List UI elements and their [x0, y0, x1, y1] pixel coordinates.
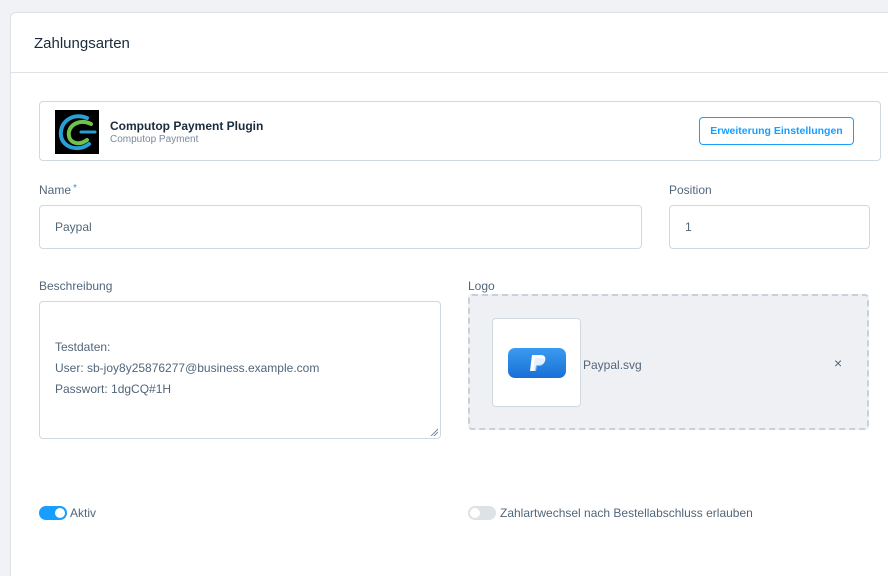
- toggle-knob: [55, 508, 65, 518]
- name-label: Name *: [39, 183, 77, 197]
- payment-change-toggle-label: Zahlartwechsel nach Bestellabschluss erl…: [500, 506, 753, 520]
- toggle-knob: [470, 508, 480, 518]
- name-label-text: Name: [39, 183, 72, 197]
- logo-label: Logo: [468, 279, 495, 293]
- extension-settings-button[interactable]: Erweiterung Einstellungen: [699, 117, 854, 145]
- paypal-icon: [508, 348, 566, 378]
- extension-subtitle: Computop Payment: [110, 134, 199, 145]
- name-field[interactable]: Paypal: [39, 205, 642, 249]
- logo-preview: [492, 318, 581, 407]
- extension-box: Computop Payment Plugin Computop Payment…: [39, 101, 881, 161]
- card-title: Zahlungsarten: [34, 35, 130, 52]
- description-label: Beschreibung: [39, 279, 113, 293]
- position-field-value: 1: [685, 220, 692, 234]
- position-field[interactable]: 1: [669, 205, 870, 249]
- logo-dropzone[interactable]: Paypal.svg ×: [468, 294, 869, 430]
- description-text: Testdaten: User: sb-joy8y25876277@busine…: [55, 340, 320, 396]
- position-label: Position: [669, 183, 712, 197]
- name-field-value: Paypal: [55, 220, 92, 234]
- logo-filename: Paypal.svg: [583, 358, 642, 372]
- active-toggle[interactable]: [39, 506, 67, 520]
- active-toggle-label: Aktiv: [70, 506, 97, 520]
- extension-name: Computop Payment Plugin: [110, 119, 264, 133]
- payment-change-toggle[interactable]: [468, 506, 496, 520]
- required-mark: *: [73, 183, 77, 194]
- payment-method-card: Zahlungsarten Computop Payment Plugin Co…: [10, 12, 888, 576]
- description-textarea[interactable]: Testdaten: User: sb-joy8y25876277@busine…: [39, 301, 441, 439]
- resize-handle-icon[interactable]: [430, 428, 438, 436]
- card-header: Zahlungsarten: [11, 13, 888, 73]
- close-icon[interactable]: ×: [834, 355, 842, 371]
- computop-logo-icon: [55, 110, 99, 154]
